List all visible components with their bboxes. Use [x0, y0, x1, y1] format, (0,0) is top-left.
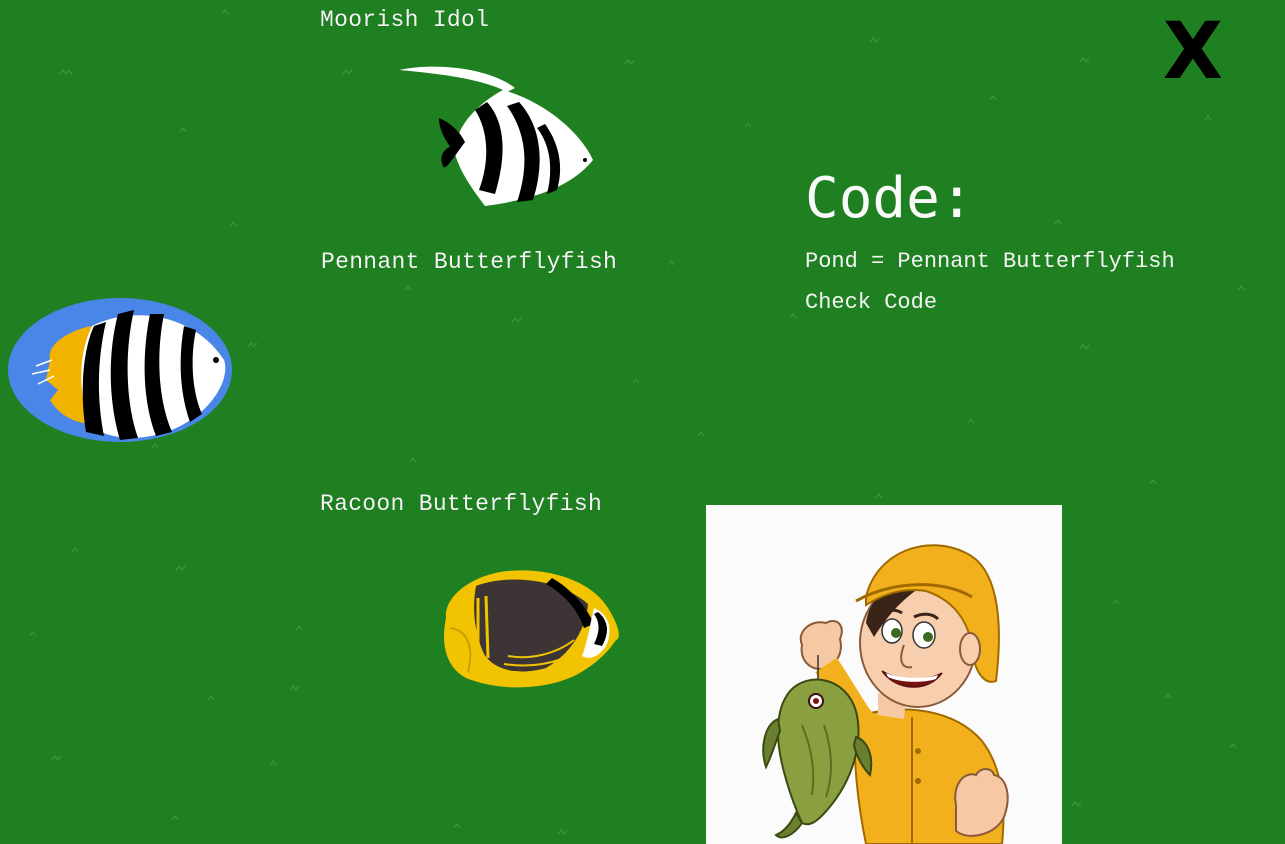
- pennant-butterflyfish-label: Pennant Butterflyfish: [321, 249, 618, 275]
- pennant-butterflyfish-icon[interactable]: [6, 296, 234, 448]
- moorish-idol-label: Moorish Idol: [320, 7, 490, 33]
- check-code-button[interactable]: Check Code: [805, 290, 937, 315]
- fisherman-holding-fish-icon: [762, 544, 1009, 844]
- close-x-icon[interactable]: X: [1160, 16, 1226, 86]
- code-title: Code:: [805, 166, 974, 231]
- fisherman-card: [706, 505, 1062, 844]
- racoon-butterflyfish-label: Racoon Butterflyfish: [320, 491, 603, 517]
- racoon-butterflyfish-icon[interactable]: [438, 568, 622, 692]
- close-glyph: X: [1163, 16, 1223, 86]
- moorish-idol-fish-icon[interactable]: [395, 62, 597, 212]
- code-assignment: Pond = Pennant Butterflyfish: [805, 249, 1175, 274]
